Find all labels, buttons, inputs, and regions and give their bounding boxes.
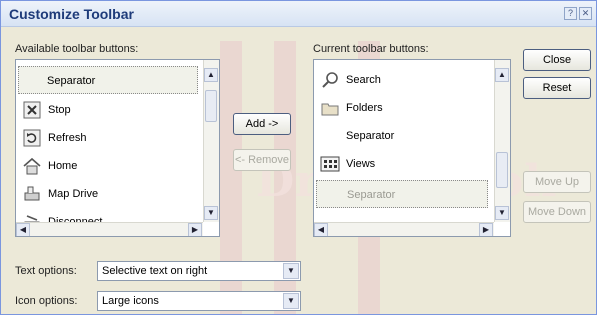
list-item[interactable]: Home — [18, 152, 198, 180]
move-down-button[interactable]: Move Down — [523, 201, 591, 223]
current-buttons-label: Current toolbar buttons: — [313, 43, 429, 55]
help-button[interactable]: ? — [564, 7, 577, 20]
list-item[interactable]: Separator — [316, 122, 496, 150]
chevron-down-icon[interactable]: ▼ — [283, 293, 299, 309]
current-horizontal-scrollbar[interactable]: ◀ ▶ — [314, 222, 494, 236]
list-item[interactable]: Refresh — [18, 124, 198, 152]
available-horizontal-scrollbar[interactable]: ◀ ▶ — [16, 222, 203, 236]
stop-icon — [23, 101, 41, 119]
current-vertical-scrollbar[interactable]: ▲ ▼ — [494, 60, 510, 222]
refresh-icon — [23, 129, 41, 147]
list-item-label: Home — [48, 160, 78, 172]
list-item-label: Refresh — [48, 132, 87, 144]
folders-icon — [321, 103, 339, 116]
reset-button[interactable]: Reset — [523, 77, 591, 99]
list-item-label: Search — [346, 74, 381, 86]
scroll-left-button[interactable]: ◀ — [314, 223, 328, 236]
available-buttons-list[interactable]: Separator Stop Refresh Home Map Drive ▲ … — [15, 59, 220, 237]
close-button[interactable]: Close — [523, 49, 591, 71]
list-item-label: Stop — [48, 104, 71, 116]
list-item-label: Separator — [346, 130, 395, 142]
search-icon — [322, 72, 338, 88]
list-item[interactable]: Folders — [316, 94, 496, 122]
available-buttons-label-text: Available toolbar buttons: — [15, 43, 139, 55]
list-item[interactable]: Separator — [18, 66, 198, 94]
text-options-label: Text options: — [15, 265, 77, 277]
remove-button[interactable]: <- Remove — [233, 149, 291, 171]
list-item-label: Separator — [47, 75, 96, 87]
list-item-label: Separator — [347, 189, 396, 201]
current-buttons-list[interactable]: Search Folders Separator Views Separator… — [313, 59, 511, 237]
customize-toolbar-dialog: DreamBook Customize Toolbar ? ✕ Availabl… — [0, 0, 597, 315]
scroll-left-button[interactable]: ◀ — [16, 223, 30, 236]
list-item[interactable]: Views — [316, 150, 496, 178]
scroll-right-button[interactable]: ▶ — [188, 223, 202, 236]
icon-options-select[interactable]: Large icons ▼ — [97, 291, 301, 311]
scroll-right-button[interactable]: ▶ — [479, 223, 493, 236]
scroll-down-button[interactable]: ▼ — [204, 206, 218, 220]
icon-options-label: Icon options: — [15, 295, 78, 307]
scroll-thumb[interactable] — [496, 152, 508, 188]
map-drive-icon — [24, 186, 40, 201]
add-button[interactable]: Add -> — [233, 113, 291, 135]
icon-options-value: Large icons — [102, 295, 159, 307]
current-buttons-label-text: Current toolbar buttons: — [313, 43, 429, 55]
views-icon — [320, 156, 340, 172]
available-vertical-scrollbar[interactable]: ▲ ▼ — [203, 60, 219, 222]
home-icon — [23, 157, 41, 175]
text-options-value: Selective text on right — [102, 265, 208, 277]
close-window-button[interactable]: ✕ — [579, 7, 592, 20]
list-item[interactable]: Map Drive — [18, 180, 198, 208]
list-item[interactable]: Search — [316, 66, 496, 94]
scroll-up-button[interactable]: ▲ — [495, 68, 509, 82]
list-item[interactable]: Stop — [18, 96, 198, 124]
available-buttons-label: Available toolbar buttons: — [15, 43, 138, 55]
list-item[interactable]: Separator — [316, 180, 488, 208]
list-item-label: Map Drive — [48, 188, 99, 200]
chevron-down-icon[interactable]: ▼ — [283, 263, 299, 279]
window-title: Customize Toolbar — [9, 6, 134, 22]
list-item-label: Views — [346, 158, 376, 170]
move-up-button[interactable]: Move Up — [523, 171, 591, 193]
list-item-label: Folders — [346, 102, 383, 114]
title-bar: Customize Toolbar ? ✕ — [1, 1, 596, 27]
scroll-down-button[interactable]: ▼ — [495, 206, 509, 220]
scroll-up-button[interactable]: ▲ — [204, 68, 218, 82]
text-options-select[interactable]: Selective text on right ▼ — [97, 261, 301, 281]
scroll-thumb[interactable] — [205, 90, 217, 122]
